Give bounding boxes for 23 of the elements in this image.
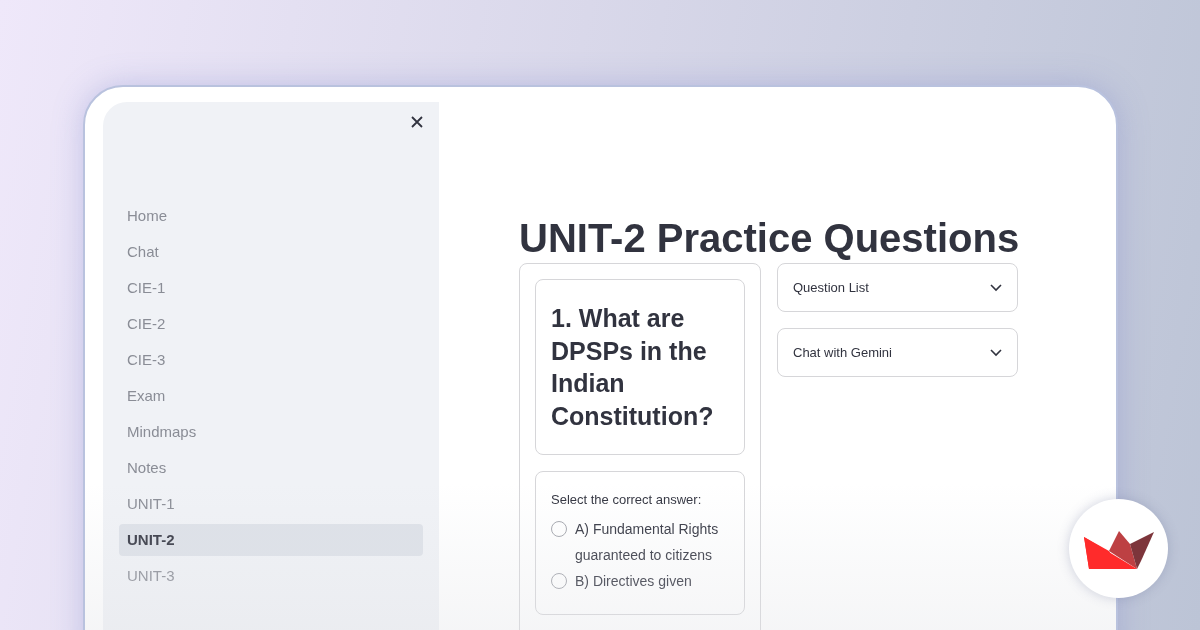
answer-prompt: Select the correct answer: bbox=[551, 491, 703, 509]
radio-button[interactable] bbox=[551, 520, 567, 537]
nav-item[interactable]: Chat bbox=[119, 236, 423, 268]
nav-item[interactable]: CIE-2 bbox=[119, 308, 423, 340]
page-title: UNIT-2 Practice Questions bbox=[519, 215, 1020, 262]
nav-item[interactable]: UNIT-1 bbox=[119, 488, 423, 520]
option-label: B) Directives given bbox=[575, 571, 693, 591]
chevron-down-icon bbox=[990, 283, 1002, 292]
nav-item[interactable]: UNIT-2 bbox=[119, 524, 423, 556]
nav-item[interactable]: Exam bbox=[119, 380, 423, 412]
question-heading: 1. What are DPSPs in the Indian Constitution? bbox=[551, 303, 715, 432]
radio-button[interactable] bbox=[551, 572, 567, 589]
option-label: A) Fundamental Rights guaranteed to citizens bbox=[575, 519, 720, 565]
nav-item[interactable]: Mindmaps bbox=[119, 416, 423, 448]
nav-item[interactable]: CIE-3 bbox=[119, 344, 423, 376]
nav-item[interactable]: Notes bbox=[119, 452, 423, 484]
nav-item[interactable]: UNIT-3 bbox=[119, 560, 423, 592]
chevron-down-icon bbox=[990, 348, 1002, 357]
expander[interactable]: Chat with Gemini bbox=[777, 328, 1018, 377]
expander[interactable]: Question List bbox=[777, 263, 1018, 312]
close-icon[interactable] bbox=[409, 114, 425, 130]
nav-item[interactable]: Home bbox=[119, 200, 423, 232]
nav-item[interactable]: CIE-1 bbox=[119, 272, 423, 304]
